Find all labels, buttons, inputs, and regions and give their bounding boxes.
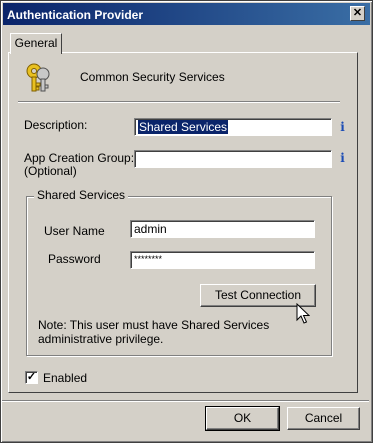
enabled-label: Enabled <box>43 371 88 385</box>
close-icon: ✕ <box>352 7 363 19</box>
header-divider <box>18 101 340 103</box>
description-label: Description: <box>24 118 88 132</box>
app-creation-group-optional-label: (Optional) <box>24 164 77 178</box>
note-line-1: Note: This user must have Shared Service… <box>38 318 270 332</box>
note-line-2: administrative privilege. <box>38 332 164 346</box>
username-label: User Name <box>44 224 105 238</box>
provider-type-label: Common Security Services <box>80 70 225 84</box>
password-label: Password <box>48 252 101 266</box>
window-title: Authentication Provider <box>7 8 144 22</box>
ok-button[interactable]: OK <box>205 406 280 431</box>
mouse-cursor-icon <box>296 303 310 324</box>
app-creation-group-info-icon[interactable]: i <box>337 152 348 164</box>
tab-general[interactable]: General <box>10 33 62 54</box>
description-field[interactable]: Shared Services <box>134 118 332 136</box>
shared-services-group-title: Shared Services <box>34 188 129 202</box>
username-field[interactable]: admin <box>130 220 315 238</box>
footer-divider <box>2 400 369 402</box>
title-bar[interactable]: Authentication Provider ✕ <box>3 3 370 25</box>
enabled-checkbox[interactable]: ✓ <box>25 371 38 384</box>
app-creation-group-label: App Creation Group: <box>24 151 135 165</box>
description-value: Shared Services <box>138 120 229 134</box>
cancel-button[interactable]: Cancel <box>287 407 360 430</box>
keys-icon <box>26 63 50 92</box>
shared-services-note: Note: This user must have Shared Service… <box>38 318 298 346</box>
checkmark-icon: ✓ <box>26 371 37 383</box>
close-button[interactable]: ✕ <box>350 6 365 21</box>
password-field[interactable]: ******** <box>130 251 315 269</box>
app-creation-group-field[interactable] <box>134 150 332 168</box>
description-info-icon[interactable]: i <box>337 121 348 133</box>
